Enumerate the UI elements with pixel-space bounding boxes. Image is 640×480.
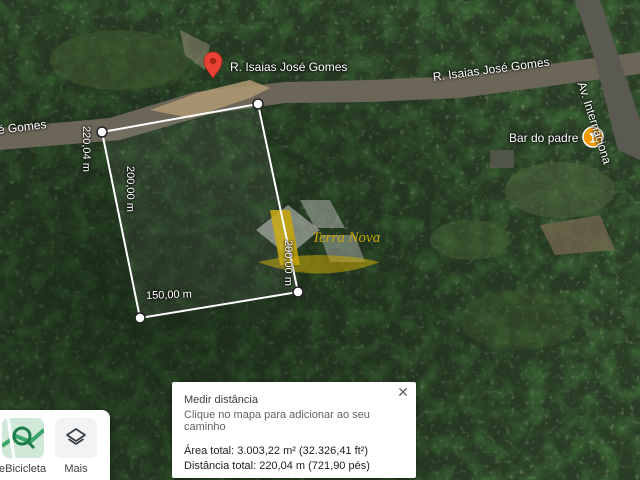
total-area: Área total: 3.003,22 m² (32.326,41 ft²)	[184, 445, 369, 457]
vertex-handle[interactable]	[252, 98, 264, 110]
edge-label-top-left: 220,04 m	[80, 126, 92, 172]
layers-icon	[55, 418, 97, 458]
edge-label-right: 200,00 m	[282, 240, 294, 286]
bicycle-layer-icon	[2, 418, 44, 458]
vertex-handle[interactable]	[134, 312, 146, 324]
edge-label-left: 200,00 m	[124, 166, 136, 212]
measure-distance-panel: Medir distância Clique no mapa para adic…	[172, 382, 416, 478]
measure-title: Medir distância	[184, 394, 258, 406]
bicycle-layer-label: eBicicleta	[0, 463, 47, 475]
watermark-text: Terra Nova	[312, 230, 380, 246]
street-label-center: R. Isaias José Gomes	[230, 60, 348, 74]
vertex-handle[interactable]	[96, 126, 108, 138]
layers-panel: eBicicleta Mais	[0, 410, 110, 480]
close-icon[interactable]: ✕	[394, 383, 412, 401]
measure-hint: Clique no mapa para adicionar ao seu cam…	[184, 409, 370, 433]
bicycle-layer-button[interactable]: eBicicleta	[0, 418, 47, 475]
vertex-handle[interactable]	[292, 286, 304, 298]
edge-label-bottom: 150,00 m	[145, 288, 193, 302]
building	[490, 150, 514, 168]
more-layers-label: Mais	[64, 463, 88, 475]
total-distance: Distância total: 220,04 m (721,90 pés)	[184, 460, 370, 472]
poi-label: Bar do padre	[509, 131, 579, 145]
more-layers-button[interactable]: Mais	[54, 418, 98, 475]
